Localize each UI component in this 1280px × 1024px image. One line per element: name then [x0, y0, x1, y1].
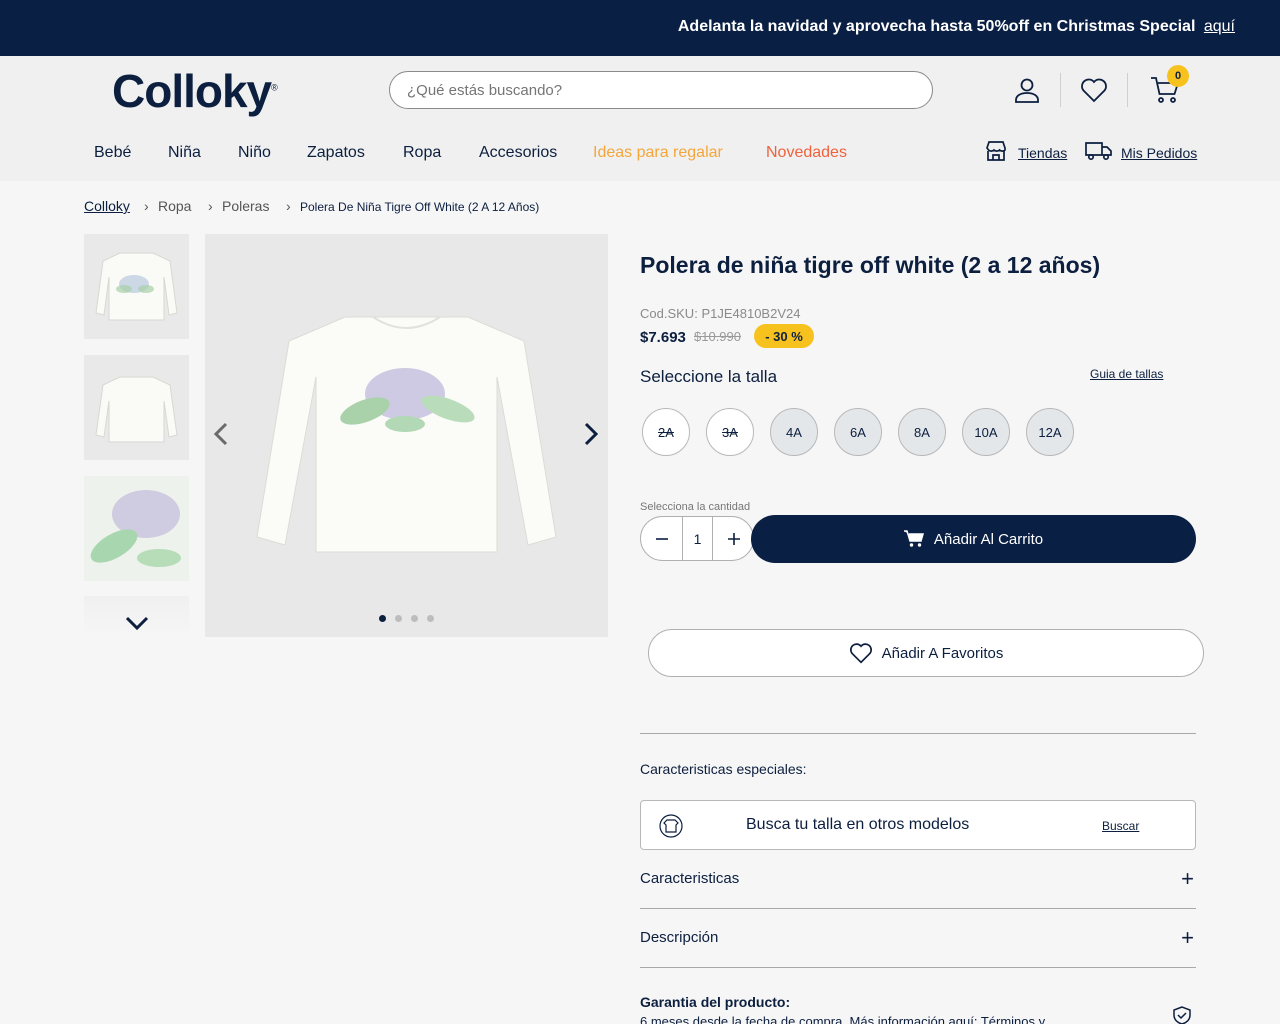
warranty-title: Garantia del producto: — [640, 994, 791, 1010]
current-price: $7.693 — [640, 329, 686, 346]
breadcrumb-home[interactable]: Colloky — [84, 198, 130, 214]
sku-label: Cod.SKU: — [640, 306, 698, 321]
logo[interactable]: Colloky® — [112, 64, 278, 118]
chevron-right-icon: › — [286, 198, 291, 214]
main-nav: Bebé Niña Niño Zapatos Ropa Accesorios I… — [0, 141, 1280, 164]
plus-icon — [727, 532, 740, 545]
nav-item-bebe[interactable]: Bebé — [94, 144, 131, 162]
chevron-right-icon: › — [144, 198, 149, 214]
header: Colloky® 0 Bebé Niña Niño Zapatos Ropa A… — [0, 56, 1280, 181]
quantity-stepper: 1 — [640, 516, 754, 561]
size-guide-link[interactable]: Guia de tallas — [1090, 367, 1163, 381]
header-divider — [1060, 73, 1061, 107]
breadcrumb-current: Polera De Niña Tigre Off White (2 A 12 A… — [300, 200, 540, 214]
quantity-value[interactable]: 1 — [682, 517, 713, 560]
plus-icon: + — [1181, 925, 1194, 950]
header-divider — [1127, 73, 1128, 107]
description-accordion[interactable]: Descripción + — [640, 925, 1196, 950]
pagination-dot[interactable] — [427, 615, 434, 622]
thumbnail-1[interactable] — [84, 234, 189, 339]
add-to-cart-label: Añadir Al Carrito — [933, 530, 1044, 548]
chevron-left-icon — [213, 422, 228, 446]
heart-icon[interactable] — [1076, 72, 1112, 108]
accordion-title: Caracteristicas — [640, 870, 740, 887]
pagination-dot[interactable] — [395, 615, 402, 622]
search-input[interactable] — [389, 71, 933, 109]
size-search-link[interactable]: Buscar — [1102, 819, 1139, 833]
promo-message: Adelanta la navidad y aprovecha hasta 50… — [677, 18, 1196, 35]
characteristics-accordion[interactable]: Caracteristicas + — [640, 866, 1196, 891]
divider — [640, 908, 1196, 909]
quantity-label: Selecciona la cantidad — [640, 501, 751, 513]
truck-icon — [1085, 140, 1113, 167]
nav-item-ideas-regalar[interactable]: Ideas para regalar — [593, 144, 723, 162]
thumbnail-3[interactable] — [84, 476, 189, 581]
promo-link[interactable]: aquí — [1204, 18, 1235, 35]
size-option-6a[interactable]: 6A — [834, 408, 882, 456]
original-price: $10.990 — [694, 329, 741, 344]
main-product-image — [205, 234, 608, 637]
increase-quantity-button[interactable] — [713, 517, 754, 560]
image-pagination — [379, 615, 434, 622]
stores-link[interactable]: Tiendas — [1018, 145, 1067, 161]
size-label: Seleccione la talla — [640, 367, 778, 386]
next-image-button[interactable] — [579, 419, 603, 449]
chevron-right-icon: › — [208, 198, 213, 214]
divider — [640, 967, 1196, 968]
add-to-favorites-label: Añadir A Favoritos — [881, 644, 1004, 662]
size-option-3a[interactable]: 3A — [706, 408, 754, 456]
warranty-text: 6 meses desde la fecha de compra. Más in… — [640, 1014, 1046, 1024]
size-search-text: Busca tu talla en otros modelos — [746, 816, 970, 833]
shirt-icon — [659, 814, 683, 843]
orders-link[interactable]: Mis Pedidos — [1121, 145, 1197, 161]
promo-bar: Adelanta la navidad y aprovecha hasta 50… — [0, 0, 1280, 56]
decrease-quantity-button[interactable] — [641, 517, 682, 560]
nav-item-zapatos[interactable]: Zapatos — [307, 144, 365, 162]
promo-text: Adelanta la navidad y aprovecha hasta 50… — [678, 18, 1235, 36]
nav-item-nina[interactable]: Niña — [168, 144, 201, 162]
chevron-down-icon — [125, 616, 148, 631]
product-title: Polera de niña tigre off white (2 a 12 a… — [640, 252, 1101, 278]
nav-item-ropa[interactable]: Ropa — [403, 144, 441, 162]
discount-badge: - 30 % — [754, 324, 814, 348]
pagination-dot[interactable] — [379, 615, 386, 622]
divider — [640, 733, 1196, 734]
size-option-12a[interactable]: 12A — [1026, 408, 1074, 456]
nav-item-accesorios[interactable]: Accesorios — [479, 144, 557, 162]
add-to-cart-button[interactable]: Añadir Al Carrito — [751, 515, 1196, 563]
size-search-card: Busca tu talla en otros modelos Buscar — [640, 800, 1196, 850]
sku-value: P1JE4810B2V24 — [701, 306, 801, 321]
size-option-10a[interactable]: 10A — [962, 408, 1010, 456]
minus-icon — [655, 537, 668, 540]
breadcrumb-ropa[interactable]: Ropa — [158, 198, 191, 214]
add-to-favorites-button[interactable]: Añadir A Favoritos — [648, 629, 1204, 677]
size-option-2a[interactable]: 2A — [642, 408, 690, 456]
store-icon — [985, 140, 1007, 167]
accordion-title: Descripción — [640, 929, 719, 946]
previous-image-button[interactable] — [209, 419, 233, 449]
plus-icon: + — [1181, 866, 1194, 891]
heart-icon — [849, 643, 872, 664]
nav-item-nino[interactable]: Niño — [238, 144, 271, 162]
thumbnail-scroll-down[interactable] — [84, 596, 189, 637]
cart-icon — [903, 530, 924, 547]
logo-text: Colloky — [112, 65, 272, 117]
user-icon[interactable] — [1009, 72, 1045, 108]
nav-item-novedades[interactable]: Novedades — [766, 144, 847, 162]
size-option-4a[interactable]: 4A — [770, 408, 818, 456]
chevron-right-icon — [584, 422, 599, 446]
thumbnail-2[interactable] — [84, 355, 189, 460]
breadcrumb-poleras[interactable]: Poleras — [222, 198, 269, 214]
product-sku: Cod.SKU: P1JE4810B2V24 — [640, 306, 800, 321]
cart-count-badge: 0 — [1167, 65, 1189, 87]
special-features-label: Caracteristicas especiales: — [640, 761, 807, 777]
pagination-dot[interactable] — [411, 615, 418, 622]
size-option-8a[interactable]: 8A — [898, 408, 946, 456]
shield-check-icon — [1172, 1006, 1192, 1024]
